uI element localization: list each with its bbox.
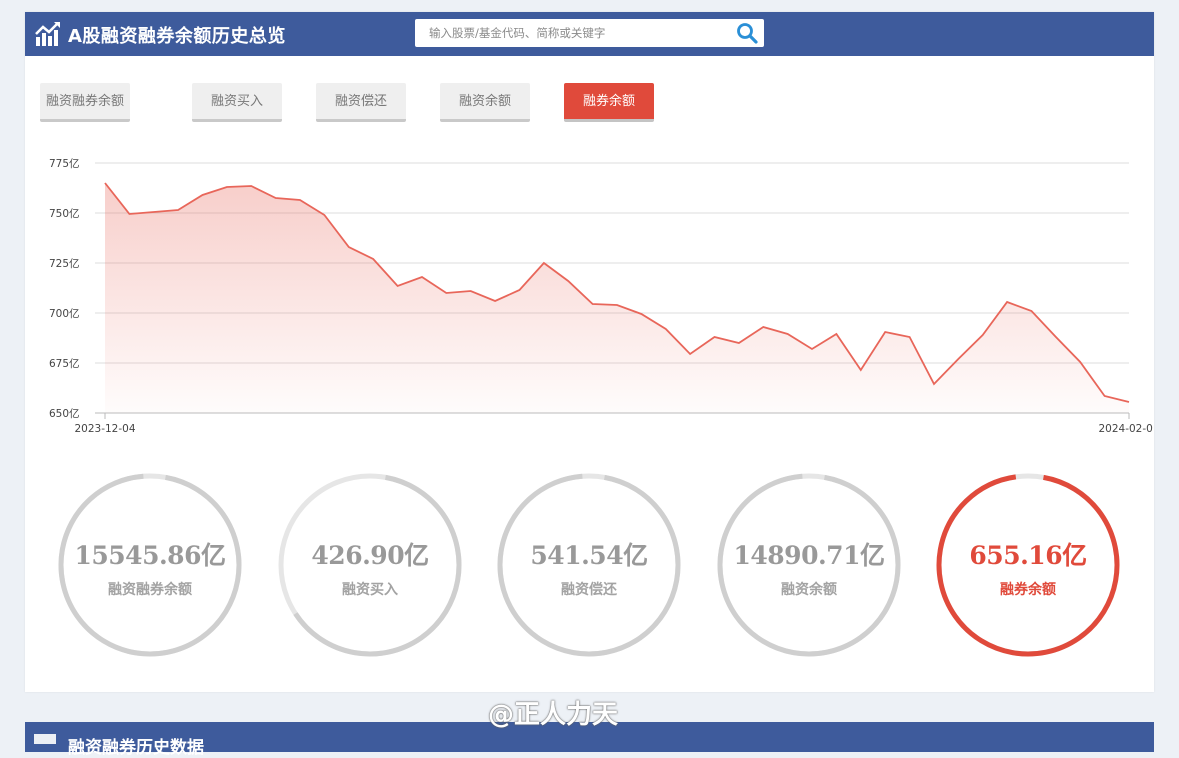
- summary-label: 融资偿还: [561, 582, 617, 598]
- overview-panel: A股融资融券余额历史总览 融资融券余额 融资买入 融资偿还 融资余额 融券余额 …: [25, 12, 1160, 692]
- y-tick-label: 725亿: [49, 257, 80, 270]
- y-tick-label: 775亿: [49, 157, 80, 170]
- summary-label: 融券余额: [1000, 582, 1056, 598]
- summary-row: 15545.86亿 融资融券余额 426.90亿 融资买入 541.54亿 融资…: [25, 472, 1154, 662]
- panel-header: A股融资融券余额历史总览: [25, 12, 1154, 56]
- chart-area: 775亿 750亿 725亿 700亿 675亿 650亿 2023-12-04 2024-0…: [25, 142, 1160, 452]
- summary-value: 426.90亿: [311, 541, 429, 570]
- area-fill: [105, 183, 1129, 413]
- table-icon: [34, 734, 56, 744]
- y-tick-label: 650亿: [49, 407, 80, 420]
- summary-value: 14890.71亿: [733, 541, 885, 570]
- summary-financing-balance: 14890.71亿 融资余额: [716, 472, 902, 658]
- tab-securities-lending-balance[interactable]: 融券余额: [564, 83, 654, 122]
- tab-financing-balance[interactable]: 融资余额: [440, 83, 530, 122]
- summary-financing-buy: 426.90亿 融资买入: [277, 472, 463, 658]
- tab-financing-buy[interactable]: 融资买入: [192, 83, 282, 122]
- y-tick-label: 675亿: [49, 357, 80, 370]
- page-title: A股融资融券余额历史总览: [68, 26, 286, 47]
- tab-financing-repay[interactable]: 融资偿还: [316, 83, 406, 122]
- summary-value: 655.16亿: [969, 541, 1087, 570]
- summary-label: 融资融券余额: [108, 582, 192, 598]
- search-input[interactable]: [415, 19, 729, 47]
- summary-margin-total: 15545.86亿 融资融券余额: [57, 472, 243, 658]
- search-icon[interactable]: [736, 22, 758, 44]
- summary-value: 541.54亿: [530, 541, 648, 570]
- y-tick-label: 700亿: [49, 307, 80, 320]
- search-box[interactable]: [415, 19, 764, 47]
- summary-value: 15545.86亿: [74, 541, 226, 570]
- summary-securities-lending-balance: 655.16亿 融券余额: [935, 472, 1121, 658]
- watermark: @正人力天: [488, 700, 619, 730]
- y-tick-label: 750亿: [49, 207, 80, 220]
- tab-margin-total[interactable]: 融资融券余额: [40, 83, 130, 122]
- x-tick-label: 2024-02-01: [1098, 423, 1154, 435]
- chart-logo-icon: [35, 22, 60, 46]
- balance-chart: 775亿 750亿 725亿 700亿 675亿 650亿 2023-12-04 2024-0…: [49, 157, 1160, 435]
- summary-label: 融资余额: [781, 582, 837, 598]
- x-tick-label: 2023-12-04: [74, 423, 135, 435]
- summary-financing-repay: 541.54亿 融资偿还: [496, 472, 682, 658]
- summary-label: 融资买入: [342, 582, 398, 598]
- history-section-title: 融资融券历史数据: [68, 738, 204, 758]
